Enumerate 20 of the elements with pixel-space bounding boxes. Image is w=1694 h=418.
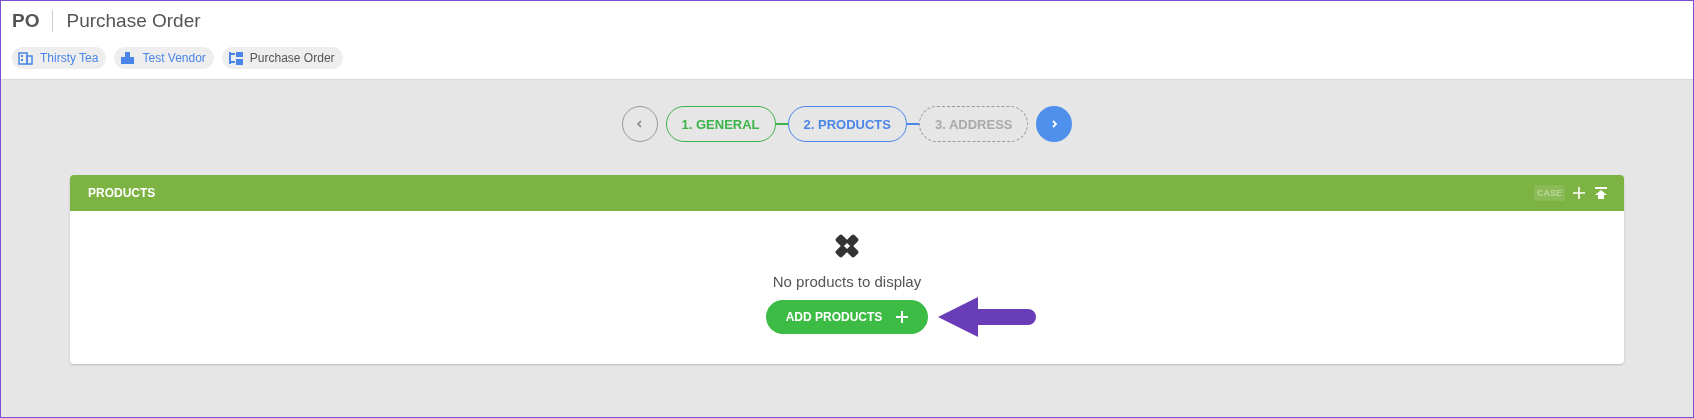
hierarchy-icon (227, 51, 244, 65)
breadcrumb-chip[interactable]: Purchase Order (221, 47, 343, 69)
next-button[interactable] (1036, 106, 1073, 142)
panel-title: PRODUCTS (88, 186, 156, 200)
add-products-button[interactable]: ADD PRODUCTS (765, 300, 929, 334)
bandage-icon (834, 233, 860, 259)
add-button[interactable] (1571, 185, 1587, 201)
breadcrumb-chip[interactable]: Test Vendor (114, 47, 214, 69)
building-icon (18, 51, 34, 65)
chevron-left-icon (634, 119, 645, 129)
plus-icon (1573, 187, 1585, 199)
empty-message: No products to display (772, 273, 922, 290)
page-title: Purchase Order (66, 10, 201, 32)
chevron-right-icon (1049, 119, 1060, 129)
collapse-button[interactable] (1593, 185, 1609, 201)
document-code: PO (12, 10, 40, 32)
breadcrumb-chip[interactable]: Thirsty Tea (12, 47, 107, 69)
arrow-to-top-icon (1595, 187, 1607, 199)
buildings-icon (120, 51, 137, 65)
plus-icon (896, 311, 909, 323)
